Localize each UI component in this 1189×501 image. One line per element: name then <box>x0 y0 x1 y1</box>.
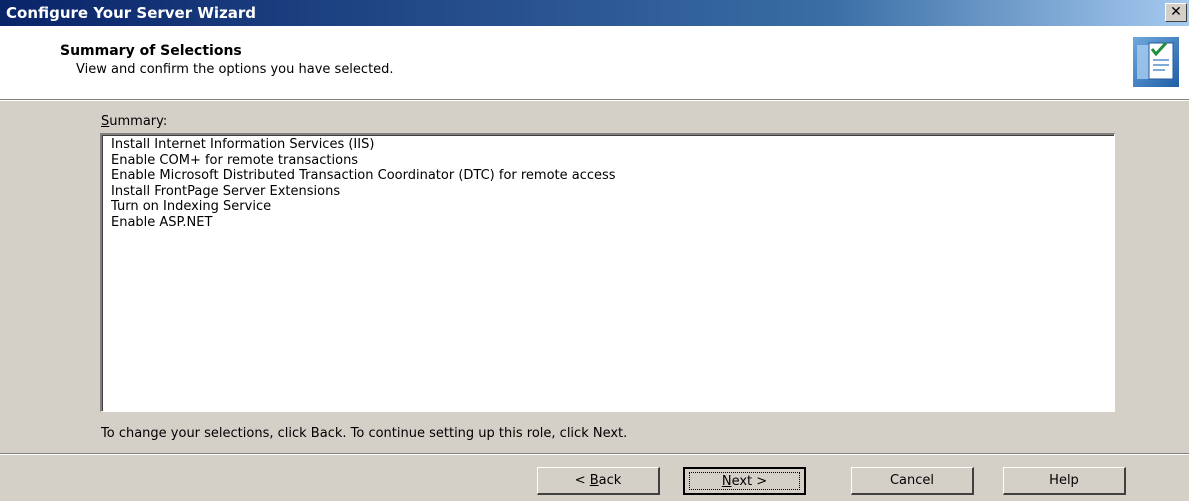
instruction-text: To change your selections, click Back. T… <box>101 426 628 441</box>
help-button[interactable]: Help <box>1003 467 1126 495</box>
title-bar[interactable]: Configure Your Server Wizard ✕ <box>0 0 1189 26</box>
summary-textbox[interactable]: Install Internet Information Services (I… <box>100 133 1115 412</box>
close-button[interactable]: ✕ <box>1165 3 1187 22</box>
summary-item: Install FrontPage Server Extensions <box>111 183 341 199</box>
next-button[interactable]: Next > <box>683 467 806 495</box>
summary-item: Enable Microsoft Distributed Transaction… <box>111 168 616 183</box>
cancel-button[interactable]: Cancel <box>851 467 974 495</box>
page-subtitle: View and confirm the options you have se… <box>76 62 394 77</box>
footer-separator-highlight <box>0 454 1189 455</box>
header-divider <box>0 100 1189 101</box>
page-title: Summary of Selections <box>60 43 242 59</box>
window-title: Configure Your Server Wizard <box>6 4 257 22</box>
summary-item: Enable COM+ for remote transactions <box>111 152 359 168</box>
wizard-document-check-icon <box>1133 37 1179 87</box>
wizard-header: Summary of Selections View and confirm t… <box>0 26 1189 100</box>
summary-label: Summary: <box>101 114 168 129</box>
close-icon: ✕ <box>1170 4 1182 20</box>
wizard-window: Configure Your Server Wizard ✕ Summary o… <box>0 0 1189 501</box>
summary-item: Turn on Indexing Service <box>111 199 272 214</box>
summary-item: Install Internet Information Services (I… <box>111 137 375 152</box>
back-button[interactable]: < Back <box>537 467 660 495</box>
focus-rectangle: Next > <box>689 472 800 490</box>
summary-item: Enable ASP.NET <box>111 214 213 230</box>
